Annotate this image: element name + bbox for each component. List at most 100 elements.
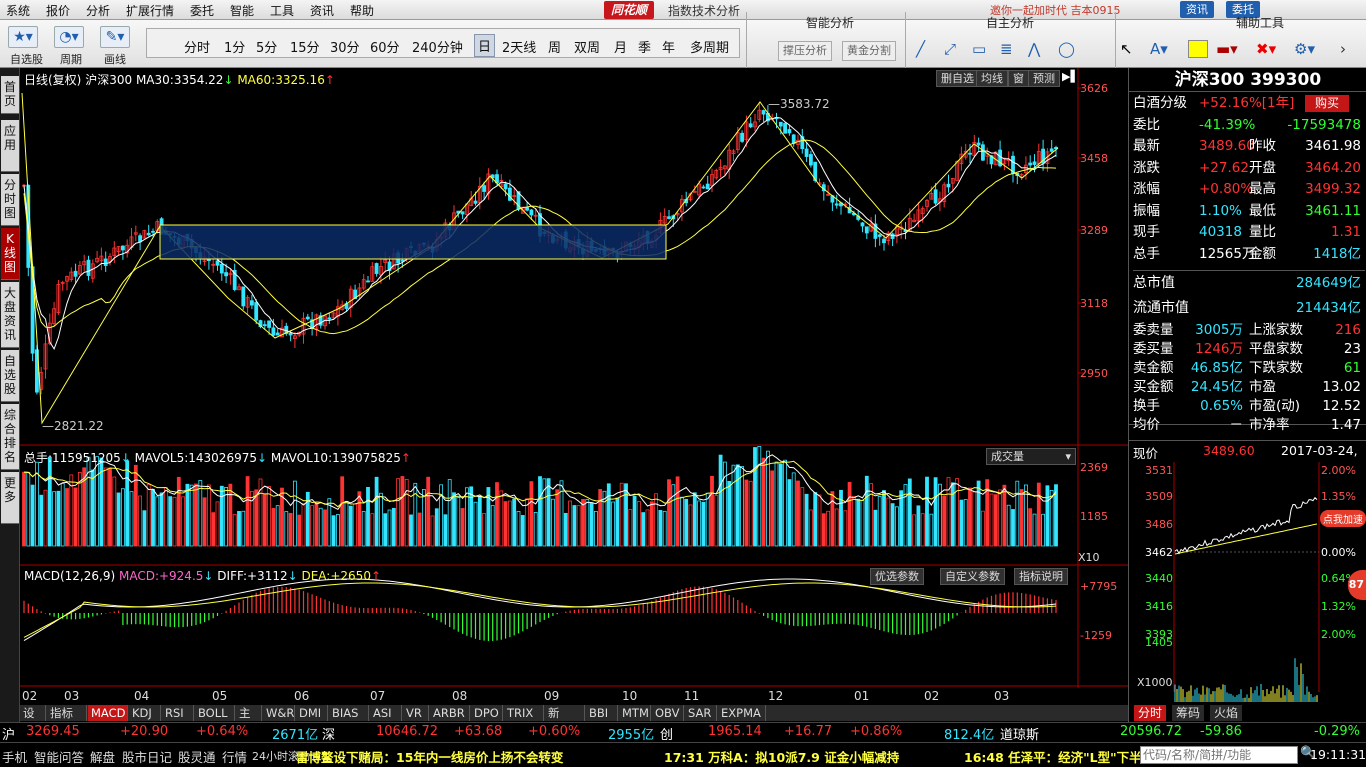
search-input[interactable] bbox=[1140, 746, 1298, 764]
indicator-tab-7[interactable]: W&R bbox=[263, 705, 295, 721]
indicator-tab-5[interactable]: BOLL bbox=[195, 705, 235, 721]
indicator-tab-16[interactable]: BBI bbox=[586, 705, 618, 721]
indicator-tab-14[interactable]: TRIX bbox=[504, 705, 544, 721]
buy-button[interactable]: 购买 bbox=[1305, 95, 1350, 112]
draw-icon[interactable]: ✎▾ bbox=[100, 26, 130, 48]
indicator-tab-4[interactable]: RSI bbox=[162, 705, 194, 721]
wave-tool-icon[interactable]: ⋀ bbox=[1028, 40, 1040, 58]
tab-kline[interactable]: K线图 bbox=[1, 228, 19, 280]
bottom-item-3[interactable]: 股市日记 bbox=[122, 747, 172, 766]
cy-value[interactable]: 1965.14 bbox=[708, 724, 762, 739]
news-ticker-1[interactable]: 雷博鳌设下赌局：15年内一线房价上扬不会转变 bbox=[296, 747, 563, 766]
text-tool-icon[interactable]: A▾ bbox=[1150, 40, 1168, 58]
period-14[interactable]: 多周期 bbox=[690, 37, 729, 56]
indicator-tab-6[interactable]: 主力 bbox=[236, 705, 262, 736]
menu-trade[interactable]: 委托 bbox=[190, 2, 214, 19]
period-8[interactable]: 2天线 bbox=[502, 37, 536, 56]
bottom-item-4[interactable]: 股灵通 bbox=[178, 747, 216, 766]
menu-help[interactable]: 帮助 bbox=[350, 2, 374, 19]
settings-gear-icon[interactable]: ⚙▾ bbox=[1294, 40, 1315, 58]
menu-system[interactable]: 系统 bbox=[6, 2, 30, 19]
indicator-tab-20[interactable]: EXPMA bbox=[718, 705, 766, 721]
indicator-dropdown[interactable]: 成交量 ▾ bbox=[986, 448, 1076, 465]
more-arrow-icon[interactable]: › bbox=[1340, 40, 1346, 58]
period-0[interactable]: 分时 bbox=[184, 37, 210, 56]
period-4[interactable]: 30分 bbox=[330, 37, 360, 56]
indicator-tab-11[interactable]: VR bbox=[403, 705, 429, 721]
sz-value[interactable]: 10646.72 bbox=[376, 724, 438, 739]
news-button[interactable]: 资讯 bbox=[1180, 1, 1214, 18]
speedup-badge[interactable]: 点我加速 bbox=[1320, 510, 1366, 527]
menu-analysis[interactable]: 分析 bbox=[86, 2, 110, 19]
period-13[interactable]: 年 bbox=[662, 37, 675, 56]
period-5[interactable]: 60分 bbox=[370, 37, 400, 56]
golden-section-button[interactable]: 黄金分割 bbox=[842, 41, 896, 61]
line-tool-icon[interactable]: ╱ bbox=[916, 40, 925, 58]
period-11[interactable]: 月 bbox=[614, 37, 627, 56]
forecast-button[interactable]: 预测 bbox=[1028, 70, 1060, 87]
indicator-tab-12[interactable]: ARBR bbox=[430, 705, 470, 721]
menu-extended[interactable]: 扩展行情 bbox=[126, 2, 174, 19]
bottom-item-0[interactable]: 手机 bbox=[2, 747, 27, 766]
period-6[interactable]: 240分钟 bbox=[412, 37, 463, 56]
remove-watchlist-button[interactable]: 删自选 bbox=[936, 70, 979, 87]
indicator-tab-8[interactable]: DMI bbox=[296, 705, 328, 721]
menu-tools[interactable]: 工具 bbox=[270, 2, 294, 19]
marker-tool-icon[interactable]: ▬▾ bbox=[1216, 40, 1238, 58]
indicator-tab-18[interactable]: OBV bbox=[652, 705, 684, 721]
indicator-help-button[interactable]: 指标说明 bbox=[1014, 568, 1068, 585]
period-2[interactable]: 5分 bbox=[256, 37, 277, 56]
tab-watchlist[interactable]: 自选股 bbox=[1, 350, 19, 402]
drawn-rectangle[interactable] bbox=[159, 224, 667, 260]
indicator-tab-15[interactable]: 新DMA bbox=[545, 705, 585, 736]
channel-tool-icon[interactable]: ≣ bbox=[1000, 40, 1013, 58]
indicator-tab-19[interactable]: SAR bbox=[685, 705, 717, 721]
tab-apps[interactable]: 应用 bbox=[1, 120, 19, 172]
rect-tool-icon[interactable]: ▭ bbox=[972, 40, 986, 58]
period-7[interactable]: 日 bbox=[474, 34, 496, 57]
news-ticker-2[interactable]: 17:31 万科A：拟10派7.9 证金小幅减持 bbox=[664, 747, 899, 766]
custom-params-button[interactable]: 自定义参数 bbox=[940, 568, 1005, 585]
mini-tab-1[interactable]: 筹码 bbox=[1172, 705, 1205, 721]
bottom-item-1[interactable]: 智能问答 bbox=[34, 747, 84, 766]
delete-tool-icon[interactable]: ✖▾ bbox=[1256, 40, 1276, 58]
tab-more[interactable]: 更多 bbox=[1, 472, 19, 524]
period-icon[interactable]: ◔▾ bbox=[54, 26, 84, 48]
bottom-item-2[interactable]: 解盘 bbox=[90, 747, 115, 766]
window-button[interactable]: 窗 bbox=[1008, 70, 1029, 87]
indicator-tab-3[interactable]: KDJ bbox=[129, 705, 161, 721]
indicator-tab-1[interactable]: 指标平台 bbox=[47, 705, 87, 736]
kline-chart-area[interactable]: 3626 3458 3289 3118 2950 2369 1185 X10 +7795 -125… bbox=[20, 68, 1128, 705]
period-9[interactable]: 周 bbox=[548, 37, 561, 56]
indicator-tab-10[interactable]: ASI bbox=[370, 705, 402, 721]
period-10[interactable]: 双周 bbox=[574, 37, 600, 56]
tab-timeshare[interactable]: 分时图 bbox=[1, 174, 19, 226]
mini-timeshare-chart[interactable]: 353135093486346234403416339314052.00%1.3… bbox=[1129, 462, 1366, 705]
optimal-params-button[interactable]: 优选参数 bbox=[870, 568, 924, 585]
menu-smart[interactable]: 智能 bbox=[230, 2, 254, 19]
indicator-tab-2[interactable]: MACD bbox=[88, 705, 128, 721]
dj-value[interactable]: 20596.72 bbox=[1120, 724, 1182, 739]
favorites-icon[interactable]: ★▾ bbox=[8, 26, 38, 48]
mini-tab-0[interactable]: 分时 bbox=[1134, 705, 1167, 721]
ellipse-tool-icon[interactable]: ◯ bbox=[1058, 40, 1075, 58]
color-picker-icon[interactable] bbox=[1188, 40, 1208, 58]
arrow-line-tool-icon[interactable]: ⤢ bbox=[944, 40, 956, 58]
menu-news[interactable]: 资讯 bbox=[310, 2, 334, 19]
period-12[interactable]: 季 bbox=[638, 37, 651, 56]
expand-icon[interactable]: ▶▌ bbox=[1062, 70, 1079, 83]
tab-ranking[interactable]: 综合排名 bbox=[1, 404, 19, 470]
indicator-tab-9[interactable]: BIAS bbox=[329, 705, 369, 721]
menu-quote[interactable]: 报价 bbox=[46, 2, 70, 19]
bottom-item-5[interactable]: 行情 bbox=[222, 747, 247, 766]
indicator-tab-17[interactable]: MTM bbox=[619, 705, 651, 721]
ma-button[interactable]: 均线 bbox=[976, 70, 1008, 87]
support-resistance-button[interactable]: 撑压分析 bbox=[778, 41, 832, 61]
period-3[interactable]: 15分 bbox=[290, 37, 320, 56]
tab-home[interactable]: 首页 bbox=[1, 76, 19, 114]
indicator-tab-0[interactable]: 设置 bbox=[20, 705, 46, 736]
news-ticker-3[interactable]: 16:48 任泽平：经济"L型"下半 bbox=[964, 747, 1140, 766]
sh-value[interactable]: 3269.45 bbox=[26, 724, 80, 739]
indicator-tab-13[interactable]: DPO bbox=[471, 705, 503, 721]
cursor-tool-icon[interactable]: ↖ bbox=[1120, 40, 1133, 58]
